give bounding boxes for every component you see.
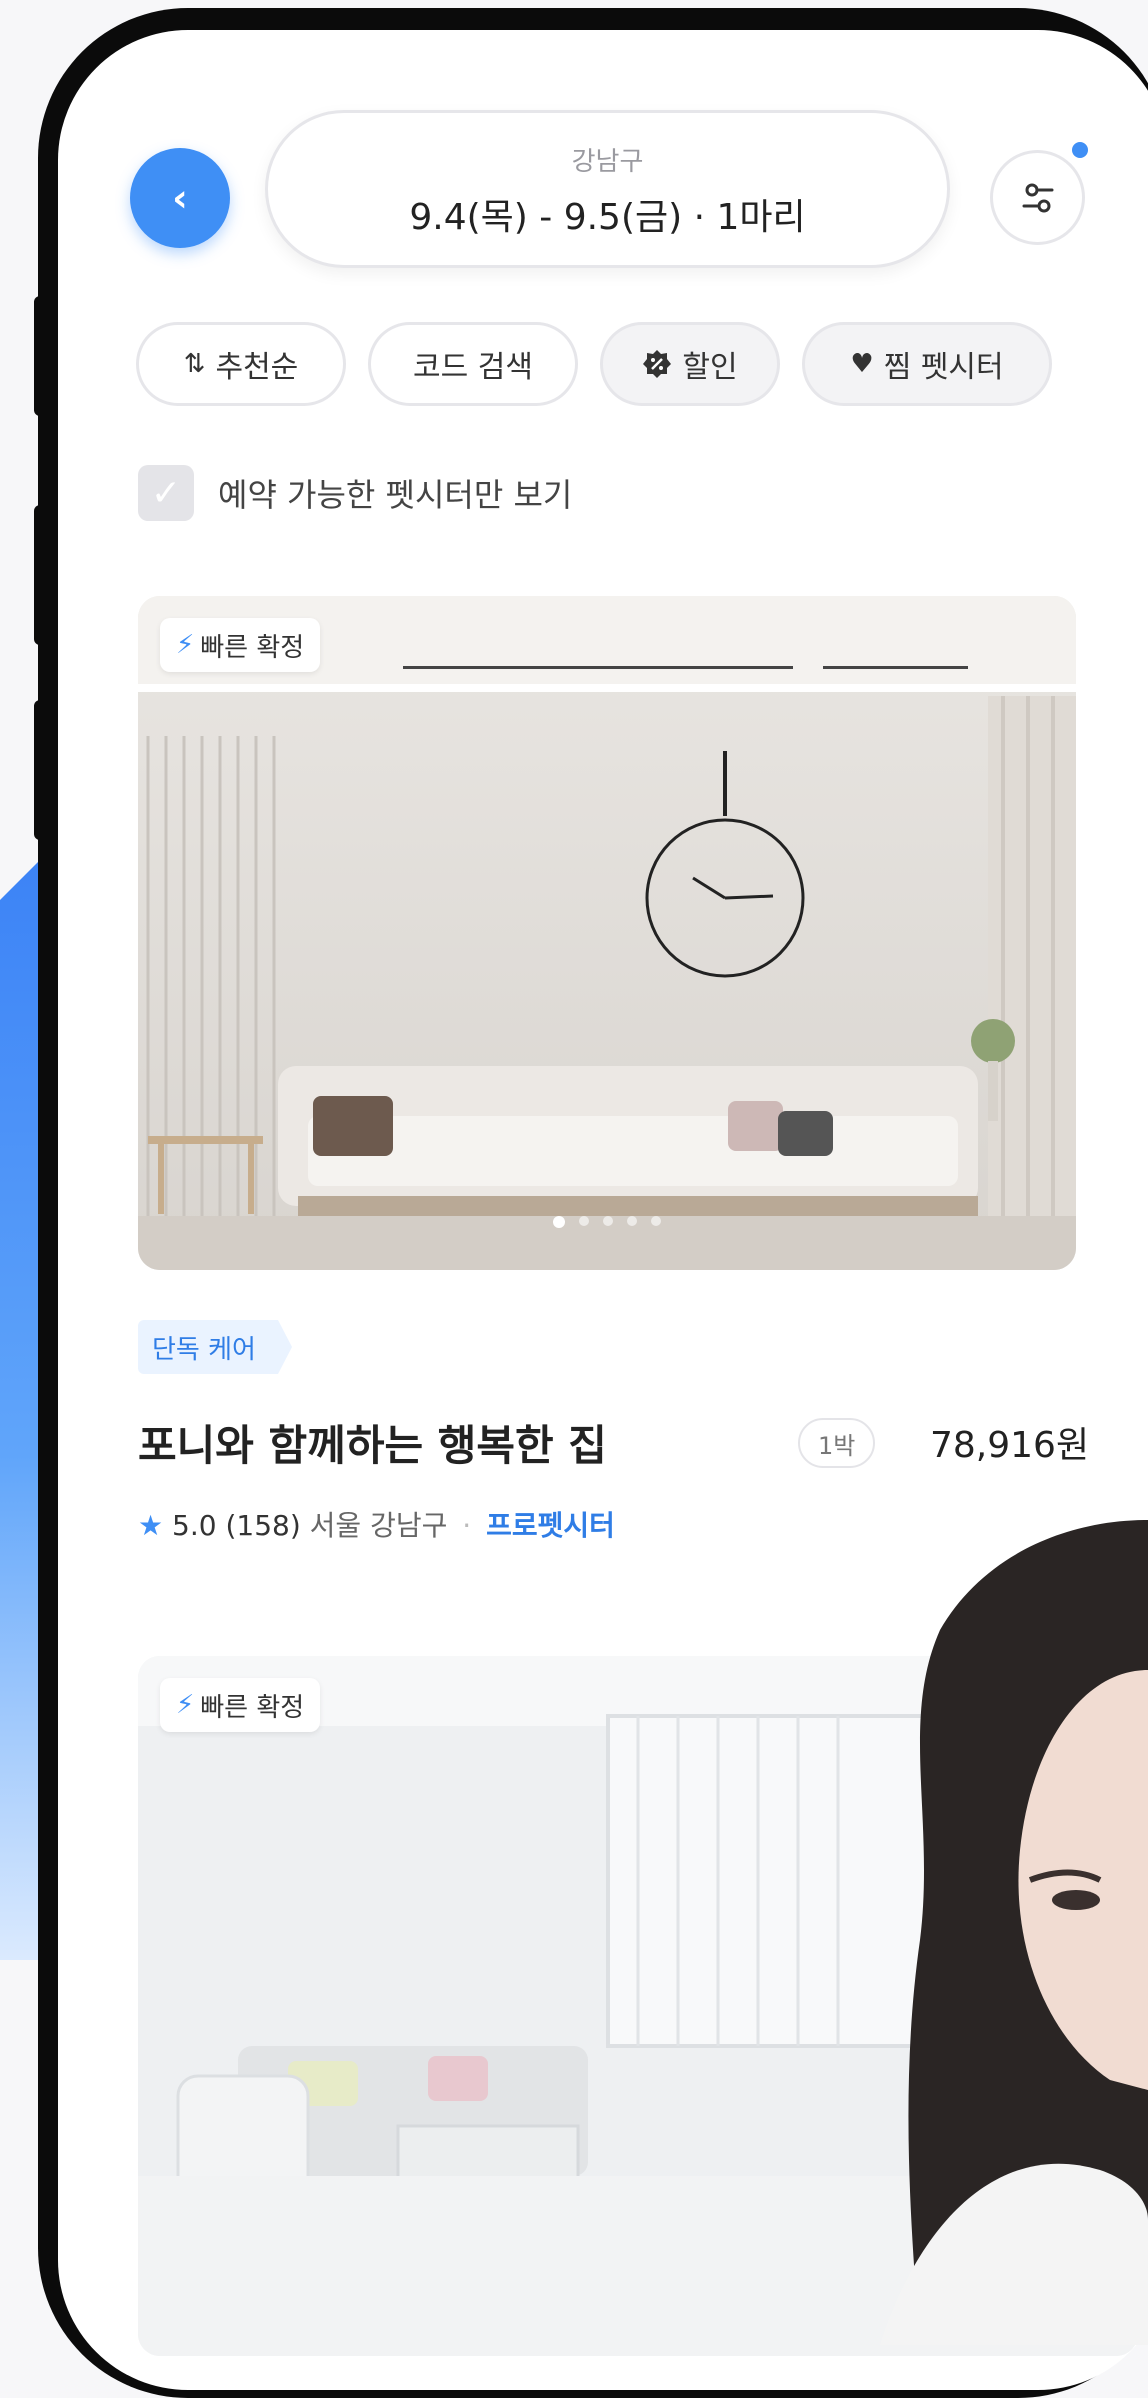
badge-label: 빠른 확정 bbox=[200, 1692, 305, 1723]
lightning-icon: ⚡ bbox=[176, 1690, 195, 1720]
chip-discount-label: 할인 bbox=[682, 350, 738, 385]
filter-active-dot bbox=[1072, 142, 1088, 158]
person-photo bbox=[880, 1520, 1148, 2345]
chevron-left-icon: ‹ bbox=[172, 176, 188, 220]
badge-label: 빠른 확정 bbox=[200, 632, 305, 663]
listing-price: 78,916원 bbox=[930, 1425, 1090, 1466]
chip-sort-label: 추천순 bbox=[215, 350, 299, 385]
chip-sort[interactable]: ⇅ 추천순 bbox=[136, 322, 346, 406]
dates-label: 9.4(목) - 9.5(금) · 1마리 bbox=[409, 197, 806, 238]
search-summary[interactable]: 강남구 9.4(목) - 9.5(금) · 1마리 bbox=[265, 110, 950, 268]
lightning-icon: ⚡ bbox=[176, 630, 195, 660]
chip-code-search-label: 코드 검색 bbox=[413, 350, 533, 385]
filter-sliders-icon bbox=[1022, 183, 1053, 212]
filter-button[interactable] bbox=[990, 150, 1085, 245]
quick-confirm-badge: ⚡ 빠른 확정 bbox=[160, 618, 321, 672]
chip-favorite-sitters[interactable]: ♥ 찜 펫시터 bbox=[802, 322, 1052, 406]
review-count: (158) bbox=[225, 1509, 301, 1542]
chip-discount[interactable]: 할인 bbox=[600, 322, 780, 406]
available-only-label: 예약 가능한 펫시터만 보기 bbox=[218, 476, 573, 514]
photo-carousel-indicator bbox=[138, 1216, 1076, 1228]
chip-favorite-label: 찜 펫시터 bbox=[883, 350, 1004, 385]
rating-value: 5.0 bbox=[172, 1509, 217, 1542]
sort-arrows-icon: ⇅ bbox=[183, 349, 206, 379]
chip-code-search[interactable]: 코드 검색 bbox=[368, 322, 578, 406]
location: 서울 강남구 bbox=[309, 1509, 448, 1542]
back-button[interactable]: ‹ bbox=[130, 148, 230, 248]
available-only-checkbox[interactable]: ✓ bbox=[138, 465, 194, 521]
carousel-dot bbox=[627, 1216, 637, 1226]
nights-badge: 1박 bbox=[798, 1418, 876, 1468]
region-label: 강남구 bbox=[571, 147, 644, 177]
quick-confirm-badge: ⚡ 빠른 확정 bbox=[160, 1678, 321, 1732]
listing-photo[interactable]: ⚡ 빠른 확정 bbox=[138, 596, 1076, 1270]
carousel-dot bbox=[553, 1216, 565, 1228]
listing-meta: ★ 5.0 (158) 서울 강남구 · 프로펫시터 bbox=[138, 1504, 615, 1544]
carousel-dot bbox=[651, 1216, 661, 1226]
carousel-dot bbox=[579, 1216, 589, 1226]
meta-separator: · bbox=[462, 1509, 472, 1542]
listing-title[interactable]: 포니와 함께하는 행복한 집 bbox=[138, 1412, 607, 1473]
living-room-photo bbox=[138, 596, 1076, 1270]
discount-icon bbox=[643, 350, 672, 378]
care-type-tag: 단독 케어 bbox=[138, 1320, 292, 1374]
heart-icon: ♥ bbox=[850, 349, 874, 379]
sitter-type: 프로펫시터 bbox=[486, 1509, 615, 1542]
carousel-dot bbox=[603, 1216, 613, 1226]
star-icon: ★ bbox=[138, 1509, 164, 1542]
check-icon: ✓ bbox=[150, 472, 182, 514]
